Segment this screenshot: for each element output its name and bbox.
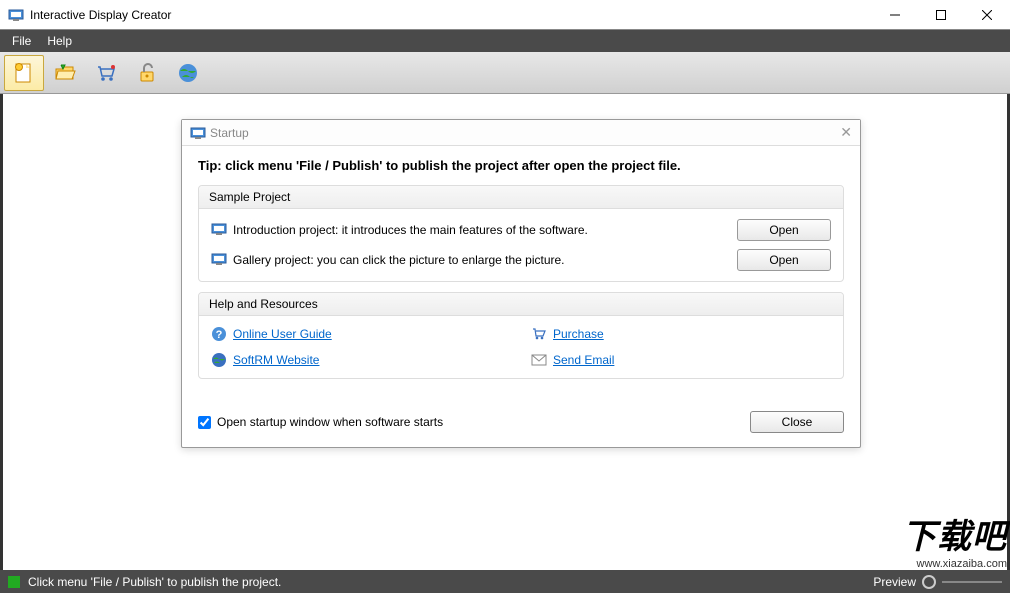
watermark: 下载吧 www.xiazaiba.com <box>902 509 1007 570</box>
display-icon <box>211 222 227 238</box>
toolbar <box>0 52 1010 94</box>
website-link[interactable]: SoftRM Website <box>233 353 319 367</box>
tip-text: Tip: click menu 'File / Publish' to publ… <box>198 158 844 173</box>
main-area: Startup ✕ Tip: click menu 'File / Publis… <box>0 94 1010 570</box>
cart-icon <box>531 326 547 342</box>
maximize-button[interactable] <box>918 0 964 30</box>
help-icon: ? <box>211 326 227 342</box>
zoom-slider-handle[interactable] <box>922 575 936 589</box>
close-dialog-button[interactable]: Close <box>750 411 844 433</box>
help-resources-header: Help and Resources <box>199 293 843 316</box>
preview-label: Preview <box>873 575 916 589</box>
watermark-url: www.xiazaiba.com <box>902 558 1007 570</box>
menu-file[interactable]: File <box>4 32 39 50</box>
cart-button[interactable] <box>86 55 126 91</box>
sample-project-panel: Sample Project Introduction project: it … <box>198 185 844 282</box>
minimize-button[interactable] <box>872 0 918 30</box>
globe-icon <box>211 352 227 368</box>
window-title: Interactive Display Creator <box>30 8 872 22</box>
startup-dialog: Startup ✕ Tip: click menu 'File / Publis… <box>181 119 861 448</box>
globe-button[interactable] <box>168 55 208 91</box>
status-bar: Click menu 'File / Publish' to publish t… <box>0 570 1010 593</box>
user-guide-link[interactable]: Online User Guide <box>233 327 332 341</box>
help-user-guide: ? Online User Guide <box>211 326 511 342</box>
open-introduction-button[interactable]: Open <box>737 219 831 241</box>
menu-bar: File Help <box>0 30 1010 52</box>
startup-checkbox[interactable] <box>198 416 211 429</box>
dialog-close-icon[interactable]: ✕ <box>840 124 852 141</box>
startup-checkbox-label: Open startup window when software starts <box>217 415 443 429</box>
help-purchase: Purchase <box>531 326 831 342</box>
sample-project-header: Sample Project <box>199 186 843 209</box>
display-icon <box>211 252 227 268</box>
sample-row-gallery: Gallery project: you can click the pictu… <box>211 249 831 271</box>
status-text: Click menu 'File / Publish' to publish t… <box>28 575 873 589</box>
window-titlebar: Interactive Display Creator <box>0 0 1010 30</box>
help-email: Send Email <box>531 352 831 368</box>
zoom-slider-track[interactable] <box>942 581 1002 583</box>
menu-help[interactable]: Help <box>39 32 80 50</box>
email-link[interactable]: Send Email <box>553 353 614 367</box>
dialog-icon <box>190 125 206 141</box>
sample-row-introduction: Introduction project: it introduces the … <box>211 219 831 241</box>
status-indicator-icon <box>8 576 20 588</box>
new-file-button[interactable] <box>4 55 44 91</box>
preview-zoom-control: Preview <box>873 575 1002 589</box>
sample-introduction-text: Introduction project: it introduces the … <box>233 223 737 237</box>
dialog-title: Startup <box>210 126 840 140</box>
help-resources-panel: Help and Resources ? Online User Guide <box>198 292 844 379</box>
help-website: SoftRM Website <box>211 352 511 368</box>
sample-gallery-text: Gallery project: you can click the pictu… <box>233 253 737 267</box>
app-icon <box>8 7 24 23</box>
unlock-button[interactable] <box>127 55 167 91</box>
dialog-titlebar: Startup ✕ <box>182 120 860 146</box>
close-window-button[interactable] <box>964 0 1010 30</box>
dialog-footer: Open startup window when software starts… <box>182 401 860 447</box>
watermark-logo: 下载吧 <box>902 509 1007 558</box>
open-gallery-button[interactable]: Open <box>737 249 831 271</box>
open-file-button[interactable] <box>45 55 85 91</box>
svg-text:?: ? <box>216 329 223 341</box>
purchase-link[interactable]: Purchase <box>553 327 604 341</box>
envelope-icon <box>531 352 547 368</box>
